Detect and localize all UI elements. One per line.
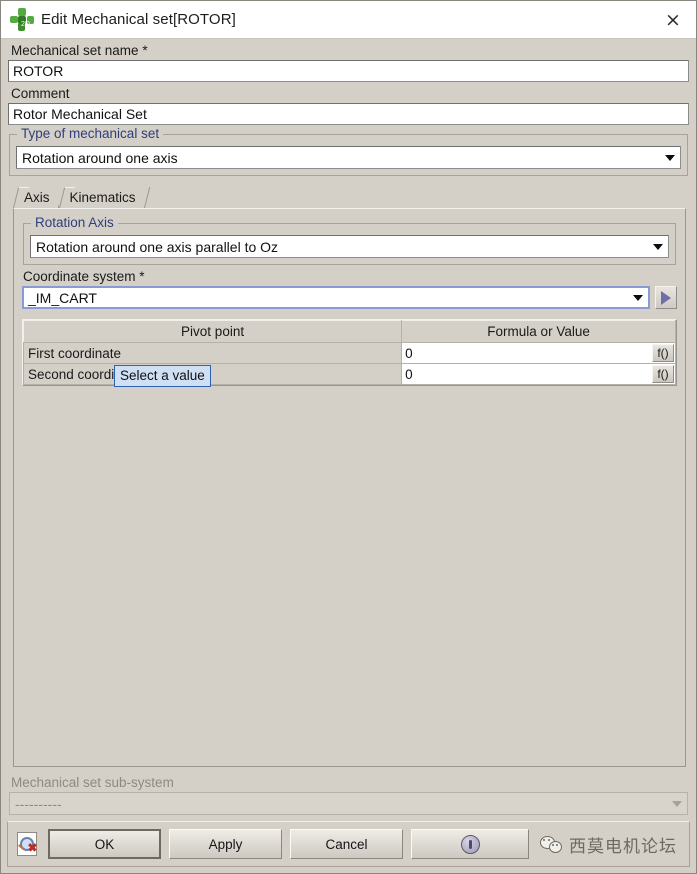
first-coordinate-formula-button[interactable]: f() — [652, 344, 674, 362]
watermark-text: 西莫电机论坛 — [569, 836, 677, 857]
dialog-button-bar: OK Apply Cancel 西莫电机论坛 — [7, 821, 690, 867]
title-bar: 2D Edit Mechanical set[ROTOR] × — [1, 1, 696, 39]
window-title: Edit Mechanical set[ROTOR] — [41, 11, 236, 28]
row-label-second-coordinate: Second coordinate — [22, 363, 403, 385]
subsystem-combo: ---------- — [9, 792, 688, 815]
type-of-mechanical-set-combo[interactable]: Rotation around one axis — [16, 146, 681, 169]
ok-button[interactable]: OK — [48, 829, 161, 859]
comment-label: Comment — [11, 86, 70, 101]
mechanical-set-subsystem-section: Mechanical set sub-system ---------- — [1, 767, 696, 817]
mechanical-set-name-label: Mechanical set name * — [11, 43, 148, 58]
rotation-axis-group: Rotation Axis Rotation around one axis p… — [23, 215, 676, 265]
close-icon[interactable]: × — [650, 1, 696, 38]
apply-button[interactable]: Apply — [169, 829, 282, 859]
chevron-down-icon — [667, 793, 687, 814]
rotation-axis-value: Rotation around one axis parallel to Oz — [36, 238, 279, 255]
type-of-mechanical-set-title: Type of mechanical set — [17, 126, 164, 141]
tab-axis-label: Axis — [24, 190, 50, 205]
row-value-first-coordinate-cell[interactable]: 0 f() — [401, 342, 676, 364]
subsystem-value: ---------- — [15, 795, 62, 812]
chevron-down-icon[interactable] — [660, 147, 680, 168]
coordinate-system-combo[interactable]: _IM_CART — [22, 286, 650, 309]
mechanical-set-name-input[interactable]: ROTOR — [8, 60, 689, 82]
chevron-down-icon[interactable] — [648, 236, 668, 257]
dialog-window: 2D Edit Mechanical set[ROTOR] × Mechanic… — [0, 0, 697, 874]
preview-button[interactable] — [14, 828, 40, 860]
coordinate-system-expand-button[interactable] — [655, 286, 677, 309]
cancel-button[interactable]: Cancel — [290, 829, 403, 859]
dialog-body: Mechanical set name * ROTOR Comment Roto… — [1, 39, 696, 767]
tab-kinematics[interactable]: Kinematics — [58, 187, 145, 208]
coordinate-system-row: _IM_CART — [22, 286, 677, 309]
help-icon — [460, 834, 480, 854]
table-header-formula-or-value: Formula or Value — [401, 320, 676, 343]
help-button[interactable] — [411, 829, 529, 859]
subsystem-label: Mechanical set sub-system — [11, 775, 174, 790]
table-header-row: Pivot point Formula or Value — [22, 320, 676, 343]
tab-kinematics-label: Kinematics — [69, 190, 136, 205]
document-search-error-icon — [17, 832, 37, 856]
wechat-icon — [540, 835, 562, 854]
second-coordinate-formula-button[interactable]: f() — [652, 365, 674, 383]
comment-input[interactable]: Rotor Mechanical Set — [8, 103, 689, 125]
watermark: 西莫电机论坛 — [540, 832, 683, 857]
coordinate-system-value: _IM_CART — [28, 289, 97, 306]
row-label-first-coordinate: First coordinate — [22, 342, 403, 364]
tooltip-select-a-value: Select a value — [114, 365, 211, 387]
play-arrow-icon — [661, 290, 671, 305]
rotation-axis-combo[interactable]: Rotation around one axis parallel to Oz — [30, 235, 669, 258]
chevron-down-icon[interactable] — [628, 288, 648, 307]
rotation-axis-title: Rotation Axis — [31, 215, 118, 230]
type-of-mechanical-set-value: Rotation around one axis — [22, 149, 178, 166]
table-row: First coordinate 0 f() — [22, 342, 676, 364]
first-coordinate-input[interactable]: 0 — [402, 343, 652, 363]
tab-strip: Axis Kinematics — [13, 186, 686, 208]
coordinate-system-label: Coordinate system * — [23, 269, 145, 284]
table-header-pivot-point: Pivot point — [22, 320, 403, 343]
flux-2d-pinwheel-icon: 2D — [9, 7, 35, 33]
type-of-mechanical-set-group: Type of mechanical set Rotation around o… — [9, 126, 688, 176]
tab-axis[interactable]: Axis — [13, 187, 59, 208]
row-value-second-coordinate-cell[interactable]: 0 f() — [401, 363, 676, 385]
axis-tab-panel: Rotation Axis Rotation around one axis p… — [13, 208, 686, 767]
second-coordinate-input[interactable]: 0 — [402, 364, 652, 384]
